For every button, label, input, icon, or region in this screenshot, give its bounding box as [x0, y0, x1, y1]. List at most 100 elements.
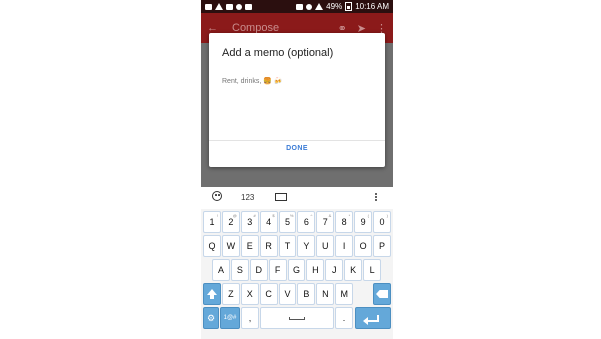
key-y[interactable]: Y [297, 235, 316, 257]
letter-row-2: ASDFGH JKL [212, 259, 393, 281]
wifi-icon [306, 3, 313, 10]
comma-key[interactable]: , [241, 307, 259, 329]
key-label: X [246, 289, 253, 299]
symbols-key[interactable]: 1@# [220, 307, 240, 329]
key-f[interactable]: F [268, 259, 287, 281]
key-sublabel: ( [367, 213, 370, 218]
key-w[interactable]: W [221, 235, 240, 257]
key-sublabel: @ [232, 213, 237, 218]
key-label: W [226, 241, 236, 251]
key-label: 2 [228, 217, 234, 227]
status-left-icons [205, 3, 252, 10]
gear-icon: ⚙ [206, 312, 216, 323]
key-d[interactable]: D [249, 259, 268, 281]
key-label: F [274, 265, 281, 275]
keyboard-icon[interactable] [275, 193, 287, 201]
key-k[interactable]: K [344, 259, 363, 281]
key-4[interactable]: 4 $ [259, 211, 278, 233]
more-options-icon[interactable] [375, 192, 378, 204]
key-h[interactable]: H [306, 259, 325, 281]
key-z[interactable]: Z [221, 283, 240, 305]
key-v[interactable]: V [278, 283, 297, 305]
key-label: 0 [379, 217, 385, 227]
key-r[interactable]: R [259, 235, 278, 257]
key-b[interactable]: B [297, 283, 316, 305]
app-notification-icon [245, 3, 252, 10]
key-j[interactable]: J [325, 259, 344, 281]
battery-icon [345, 2, 353, 11]
letter-row-3-keys: ZXCV B N M [221, 283, 354, 305]
signal-icon [315, 3, 324, 10]
key-6[interactable]: 6 ^ [297, 211, 316, 233]
key-label: B [303, 289, 310, 299]
key-t[interactable]: T [278, 235, 297, 257]
key-label: 9 [360, 217, 366, 227]
key-m[interactable]: M [335, 283, 354, 305]
key-o[interactable]: O [354, 235, 373, 257]
memo-dialog: Add a memo (optional) DONE [209, 33, 385, 167]
spacer [354, 283, 373, 305]
key-label: N [322, 289, 329, 299]
key-s[interactable]: S [230, 259, 249, 281]
key-n[interactable]: N [316, 283, 335, 305]
key-label: M [340, 289, 348, 299]
shift-arrow-icon [206, 289, 217, 299]
gallery-icon [205, 3, 212, 10]
shift-key[interactable] [203, 283, 221, 305]
key-sublabel: # [253, 213, 256, 218]
key-label: R [265, 241, 272, 251]
clock: 10:16 AM [355, 2, 389, 11]
key-0[interactable]: 0) [373, 211, 391, 233]
key-label: H [312, 265, 319, 275]
emoji-icon[interactable] [212, 191, 222, 201]
key-i[interactable]: I [335, 235, 354, 257]
key-label: A [217, 265, 224, 275]
key-label: J [332, 265, 337, 275]
key-g[interactable]: G [287, 259, 306, 281]
key-label: 7 [322, 217, 328, 227]
space-icon [289, 316, 305, 320]
key-l[interactable]: L [363, 259, 382, 281]
dialog-title: Add a memo (optional) [222, 47, 334, 59]
space-key[interactable] [260, 307, 334, 329]
key-5[interactable]: 5% [278, 211, 297, 233]
key-label: V [284, 289, 291, 299]
key-sublabel: ! [216, 213, 218, 218]
key-label: I [342, 241, 346, 251]
key-label: Q [208, 241, 216, 251]
key-e[interactable]: E [240, 235, 259, 257]
key-sublabel: % [289, 213, 294, 218]
key-label: E [246, 241, 253, 251]
key-label: U [322, 241, 329, 251]
key-c[interactable]: C [259, 283, 278, 305]
mail-icon [236, 3, 242, 10]
key-q[interactable]: Q [203, 235, 221, 257]
period-key[interactable]: . [335, 307, 353, 329]
key-p[interactable]: P [373, 235, 391, 257]
enter-key[interactable] [355, 307, 391, 329]
done-button[interactable]: DONE [209, 145, 385, 152]
numeric-mode-button[interactable]: 123 [241, 193, 254, 202]
phone-screen: 49% 10:16 AM ← Compose ⚭ ➤ ⋮ Add a memo … [201, 0, 393, 339]
key-sublabel: ) [386, 213, 388, 218]
key-3[interactable]: 3 # [240, 211, 259, 233]
key-u[interactable]: U [316, 235, 335, 257]
key-a[interactable]: A [212, 259, 230, 281]
backspace-key[interactable] [373, 283, 391, 305]
key-label: 3 [247, 217, 253, 227]
battery-percent: 49% [326, 2, 343, 11]
key-1[interactable]: 1! [203, 211, 221, 233]
dialog-divider [209, 140, 385, 141]
key-label: 1 [209, 217, 215, 227]
key-9[interactable]: 9( [354, 211, 373, 233]
key-8[interactable]: 8 * [335, 211, 354, 233]
key-7[interactable]: 7 & [316, 211, 335, 233]
key-label: P [378, 241, 385, 251]
key-2[interactable]: 2 @ [221, 211, 240, 233]
memo-input[interactable] [222, 74, 372, 88]
key-label: Y [303, 241, 310, 251]
letter-row-1: QWE R T Y U I O P [203, 235, 391, 257]
key-label: 6 [303, 217, 309, 227]
key-x[interactable]: X [240, 283, 259, 305]
settings-key[interactable]: ⚙ [203, 307, 219, 329]
